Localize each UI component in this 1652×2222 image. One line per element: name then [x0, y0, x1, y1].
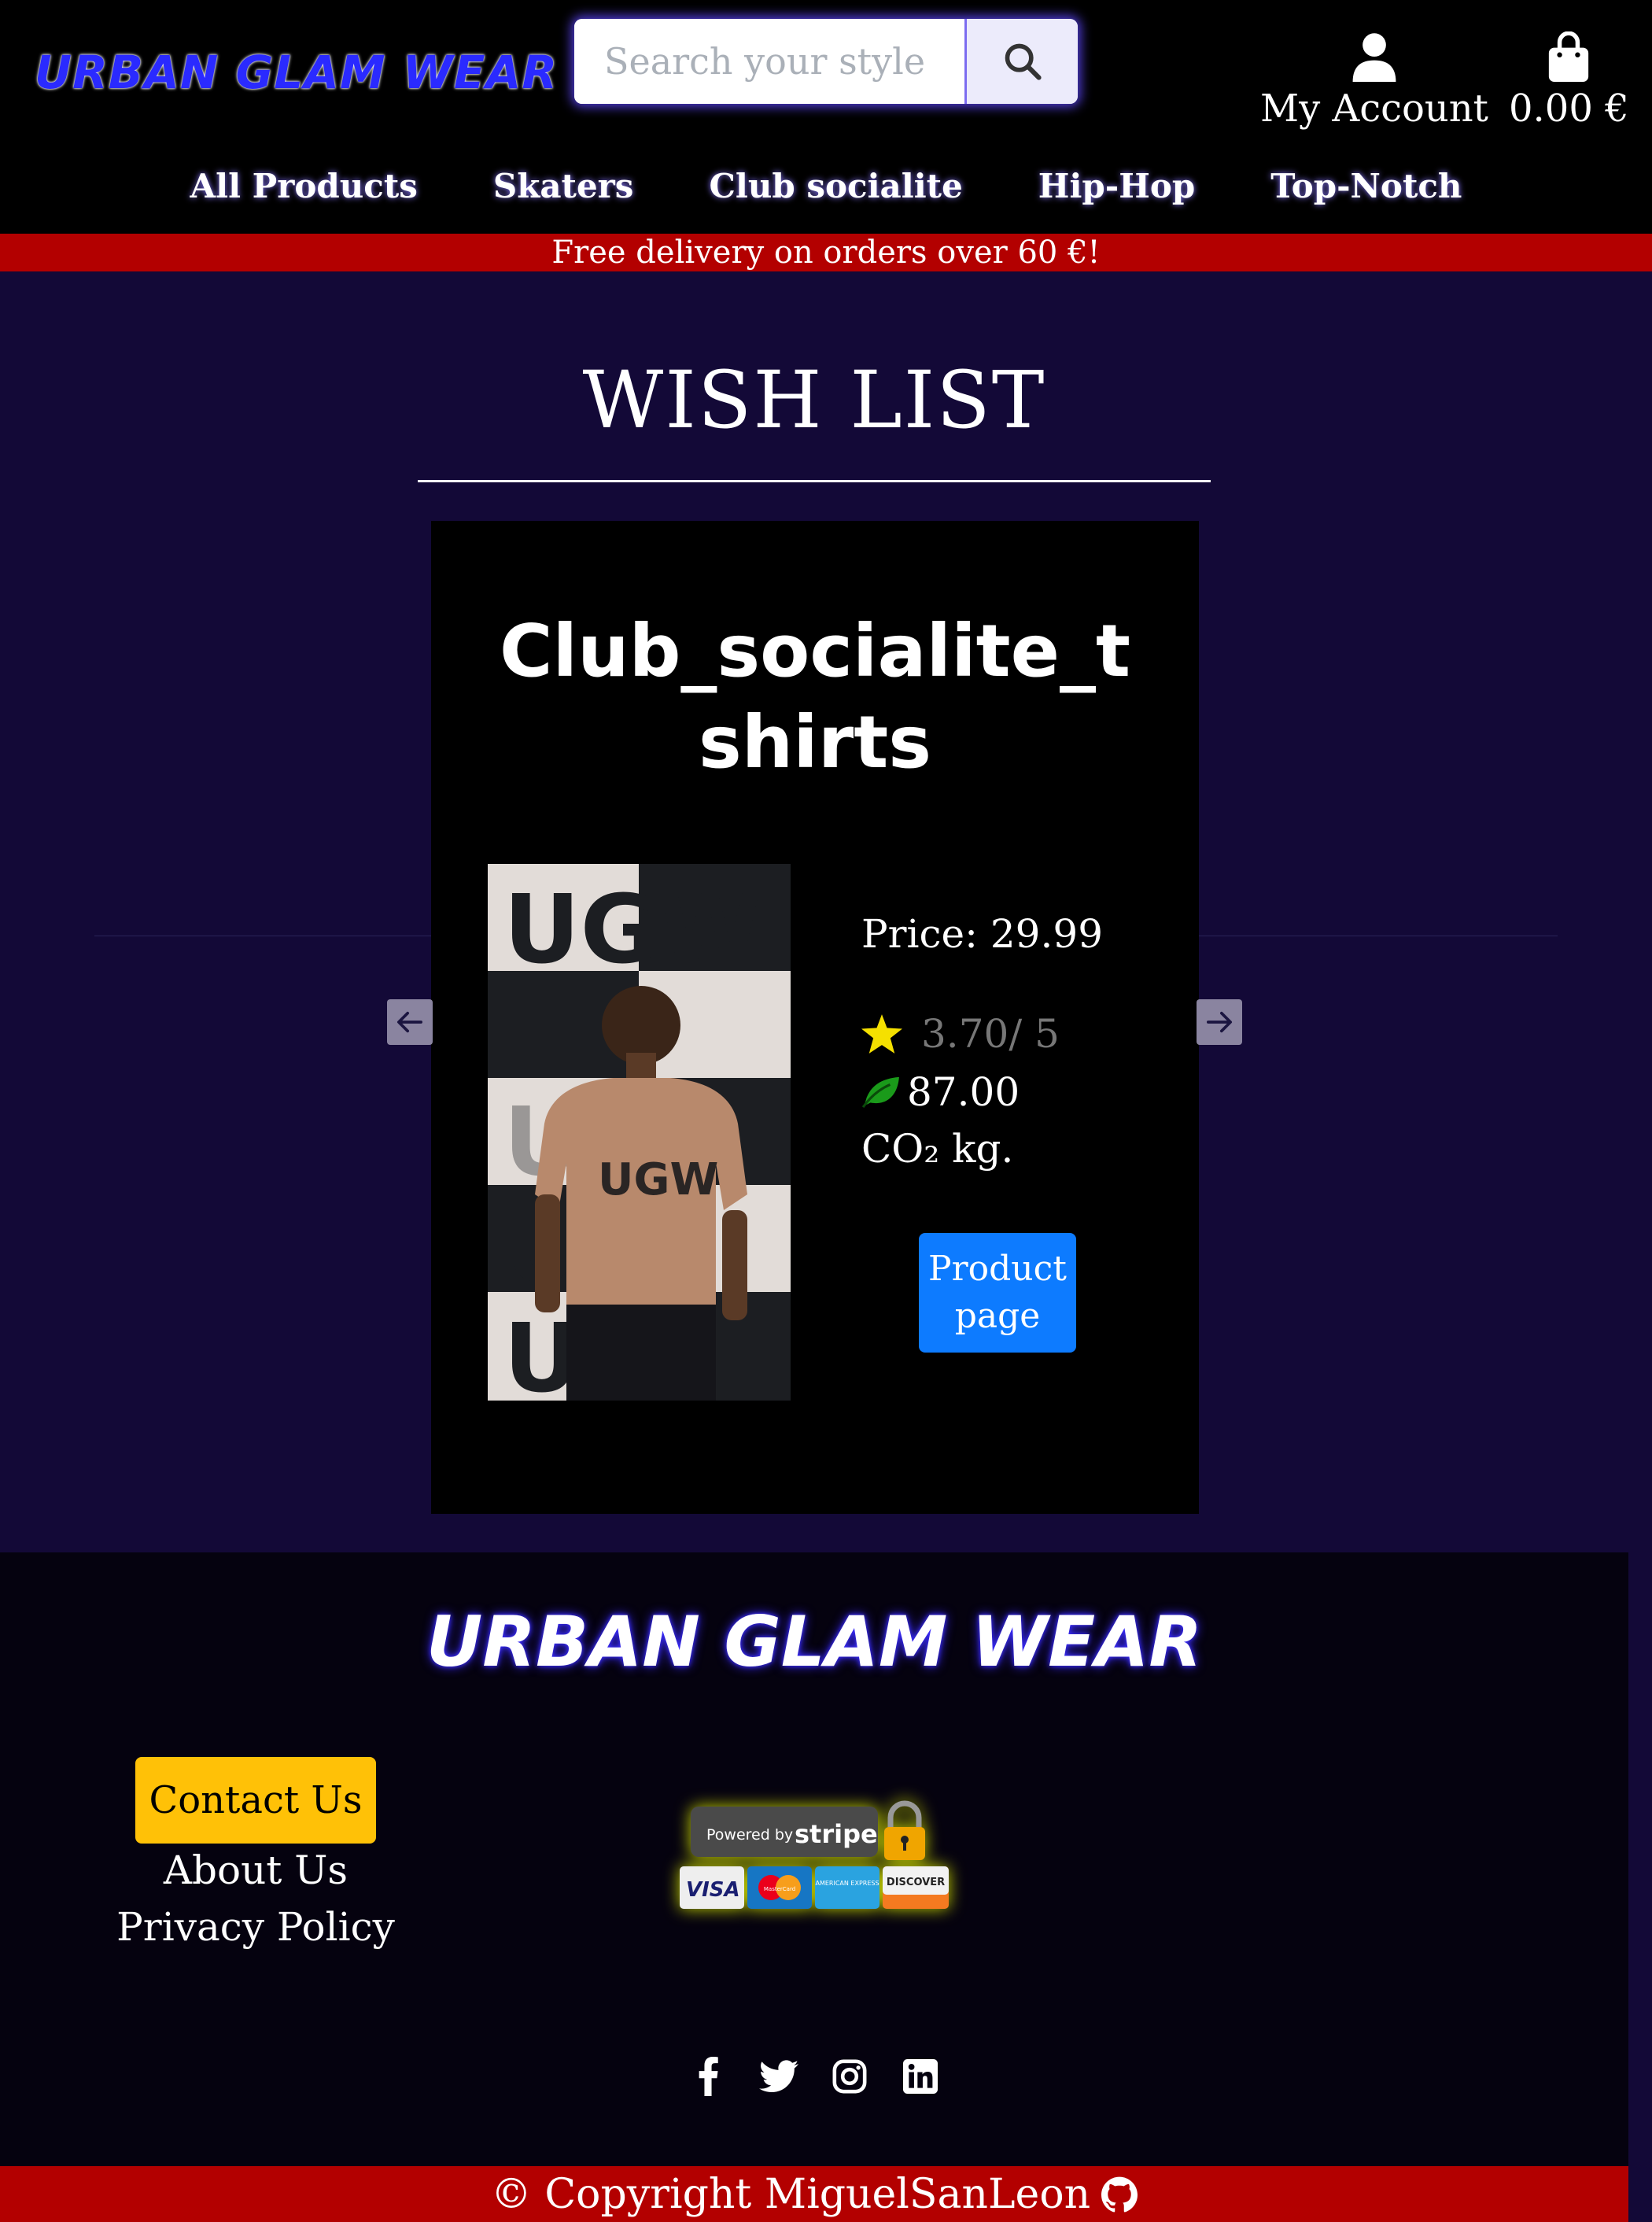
- contact-us-button[interactable]: Contact Us: [135, 1757, 376, 1844]
- linkedin-icon[interactable]: [901, 2057, 940, 2096]
- github-icon[interactable]: [1101, 2176, 1138, 2213]
- instagram-icon[interactable]: [830, 2057, 869, 2096]
- carousel-next-button[interactable]: [1197, 999, 1242, 1045]
- cart-link[interactable]: 0.00 €: [1509, 31, 1629, 131]
- copyright-text: © Copyright MiguelSanLeon: [490, 2170, 1091, 2218]
- search-input[interactable]: [574, 19, 964, 104]
- my-account-label: My Account: [1260, 87, 1488, 131]
- my-account-link[interactable]: My Account: [1260, 31, 1488, 131]
- copyright-bar: © Copyright MiguelSanLeon: [0, 2166, 1628, 2222]
- product-price: Price: 29.99: [861, 911, 1104, 957]
- stripe-powered-text: Powered by: [706, 1826, 793, 1844]
- nav-hip-hop[interactable]: Hip-Hop: [1001, 167, 1233, 205]
- footer-logo[interactable]: URBAN GLAM WEAR: [0, 1601, 1628, 1682]
- stripe-name-text: stripe: [795, 1819, 878, 1849]
- social-links: [0, 2057, 1628, 2096]
- product-image-text: UGW: [503, 876, 761, 985]
- search-bar: [574, 19, 1078, 104]
- arrow-left-icon: [396, 1011, 423, 1033]
- shopping-bag-icon: [1549, 31, 1589, 82]
- main-nav: All Products Skaters Club socialite Hip-…: [0, 167, 1652, 205]
- facebook-icon[interactable]: [688, 2057, 728, 2096]
- discover-text: DISCOVER: [887, 1877, 945, 1888]
- product-co2: 87.00 CO₂ kg.: [861, 1064, 1097, 1177]
- rating-value: 3.70/ 5: [921, 1011, 1060, 1057]
- site-logo[interactable]: URBAN GLAM WEAR: [35, 46, 558, 99]
- mastercard-text: MasterCard: [764, 1886, 795, 1892]
- nav-all-products[interactable]: All Products: [153, 167, 455, 205]
- product-name: Club_socialite_tshirts: [500, 609, 1130, 784]
- delivery-banner: Free delivery on orders over 60 €!: [0, 234, 1652, 271]
- visa-text: VISA: [686, 1878, 740, 1902]
- carousel-prev-button[interactable]: [387, 999, 433, 1045]
- product-page-button[interactable]: Product page: [919, 1233, 1076, 1353]
- star-icon: [861, 1014, 902, 1054]
- search-icon: [1005, 43, 1042, 80]
- twitter-icon[interactable]: [759, 2057, 798, 2096]
- user-icon: [1352, 33, 1396, 82]
- product-rating: 3.70/ 5: [861, 1011, 1060, 1057]
- title-divider: [418, 480, 1211, 482]
- page-title: WISH LIST: [582, 354, 1046, 446]
- nav-top-notch[interactable]: Top-Notch: [1233, 167, 1499, 205]
- lock-icon: [884, 1800, 925, 1860]
- arrow-right-icon: [1206, 1011, 1233, 1033]
- privacy-policy-link[interactable]: Privacy Policy: [0, 1904, 511, 1950]
- leaf-icon: [861, 1076, 899, 1108]
- svg-text:UGW: UGW: [598, 1154, 718, 1205]
- nav-skaters[interactable]: Skaters: [455, 167, 672, 205]
- product-image[interactable]: UGW U U U UGW: [488, 864, 791, 1401]
- search-button[interactable]: [964, 19, 1078, 104]
- stripe-payment-badge: Powered by stripe VISA MasterCard AMERIC…: [680, 1800, 949, 1909]
- about-us-link[interactable]: About Us: [0, 1847, 511, 1893]
- amex-text: AMERICAN EXPRESS: [815, 1880, 879, 1887]
- cart-total: 0.00 €: [1509, 87, 1629, 131]
- nav-club-socialite[interactable]: Club socialite: [671, 167, 1000, 205]
